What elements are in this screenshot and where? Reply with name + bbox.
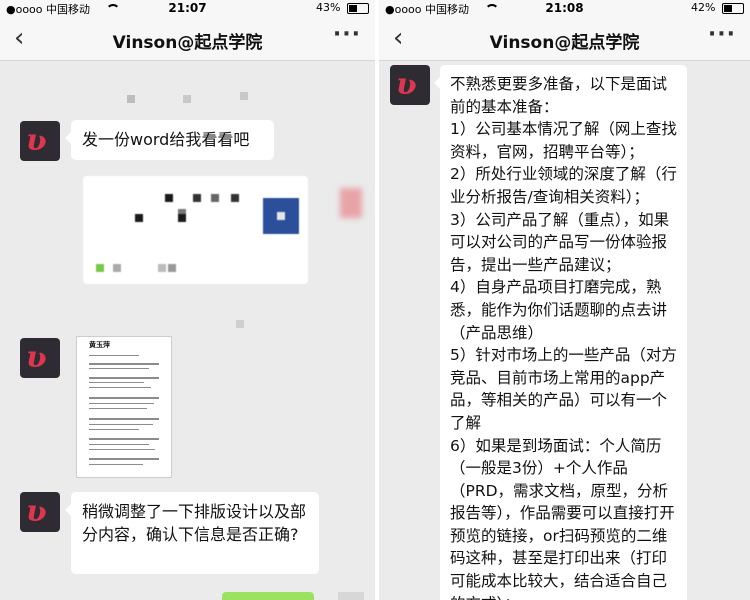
message-paragraph: 1）公司基本情况了解（网上查找资料，官网，招聘平台等）； [450,120,677,161]
pixel [158,264,166,272]
doc-line [89,458,159,460]
pixel [96,264,104,272]
battery-icon [347,2,369,14]
avatar-logo-icon: ʋ [396,67,417,102]
message-paragraph: 6）如果是到场面试：个人简历（一般是3份）+个人作品（PRD，需求文档，原型，分… [450,436,675,600]
pixel [277,212,285,220]
avatar[interactable]: ʋ [20,338,60,378]
message-paragraph: 2）所处行业领域的深度了解（行业分析报告/查询相关资料）； [450,165,677,206]
doc-line [89,403,154,404]
nav-bar: ‹ Vinson@起点学院 ··· [0,16,375,61]
message-text: 稍微调整了一下排版设计以及部分内容，确认下信息是否正确? [82,502,307,544]
doc-line [89,355,139,356]
doc-line [89,418,159,420]
battery-status: 42% [691,1,744,14]
avatar-logo-icon: ʋ [26,340,47,375]
nav-bar: ‹ Vinson@起点学院 ··· [379,16,750,61]
pixel [135,214,143,222]
battery-level [724,4,732,12]
message-paragraph: 4）自身产品项目打磨完成，熟悉，能作为你们话题聊的点去讲（产品思维） [450,278,668,342]
blurred-timestamp [127,95,135,103]
battery-percent: 42% [691,1,716,14]
message-paragraph: 3）公司产品了解（重点），如果可以对公司的产品写一份体验报告，提出一些产品建议； [450,210,670,274]
document-name: 黄玉萍 [89,341,110,349]
pixel [113,264,121,272]
battery-status: 43% [316,1,369,14]
message-text: 发一份word给我看看吧 [82,130,250,149]
more-icon[interactable]: ··· [333,22,361,47]
pixel [231,194,239,202]
status-bar: ●oooo 中国移动 21:07 43% [0,0,375,16]
message-paragraph: 不熟悉更要多准备，以下是面试前的基本准备： [450,75,668,116]
chat-title: Vinson@起点学院 [112,33,263,53]
pixel [165,194,173,202]
doc-line [89,449,155,450]
doc-line [89,377,159,379]
avatar[interactable]: ʋ [390,65,430,105]
pixel [168,264,176,272]
document-image-message[interactable]: 黄玉萍 [76,336,172,478]
avatar-logo-icon: ʋ [26,494,47,529]
message-bubble[interactable]: 发一份word给我看看吧 [65,120,274,160]
pixel [193,194,201,202]
chat-title: Vinson@起点学院 [489,33,640,53]
sent-message-bubble[interactable] [222,592,314,600]
blurred-fragment [236,320,244,328]
blurred-avatar-fragment [340,188,362,218]
message-bubble[interactable]: 不熟悉更要多准备，以下是面试前的基本准备： 1）公司基本情况了解（网上查找资料，… [434,65,687,600]
message-paragraph: 5）针对市场上的一些产品（对方竞品、目前市场上常用的app产品，等相关的产品）可… [450,346,677,432]
doc-line [89,438,159,440]
doc-line [89,429,139,430]
doc-line [89,408,147,409]
avatar[interactable]: ʋ [20,492,60,532]
blurred-timestamp [183,95,191,103]
right-chat-screen: ●oooo 中国移动 21:08 42% ‹ Vinson@起点学院 ··· ʋ… [379,0,750,600]
doc-line [89,397,159,399]
blurred-image-message[interactable] [83,176,308,284]
battery-icon [722,2,744,14]
doc-line [89,368,149,369]
blurred-timestamp [240,92,248,100]
avatar-logo-icon: ʋ [26,123,47,158]
doc-line [89,464,143,465]
pixel [178,214,186,222]
status-bar: ●oooo 中国移动 21:08 42% [379,0,750,16]
message-bubble[interactable]: 稍微调整了一下排版设计以及部分内容，确认下信息是否正确? [65,492,319,574]
battery-percent: 43% [316,1,341,14]
pixel [211,194,219,202]
more-icon[interactable]: ··· [708,22,736,47]
doc-line [89,424,153,425]
battery-level [349,4,357,12]
left-chat-screen: ●oooo 中国移动 21:07 43% ‹ Vinson@起点学院 ··· ʋ… [0,0,375,600]
doc-line [89,444,149,445]
doc-line [89,387,151,388]
doc-line [89,382,144,383]
avatar[interactable]: ʋ [20,121,60,161]
doc-line [89,363,159,365]
blurred-avatar-fragment [338,592,364,600]
